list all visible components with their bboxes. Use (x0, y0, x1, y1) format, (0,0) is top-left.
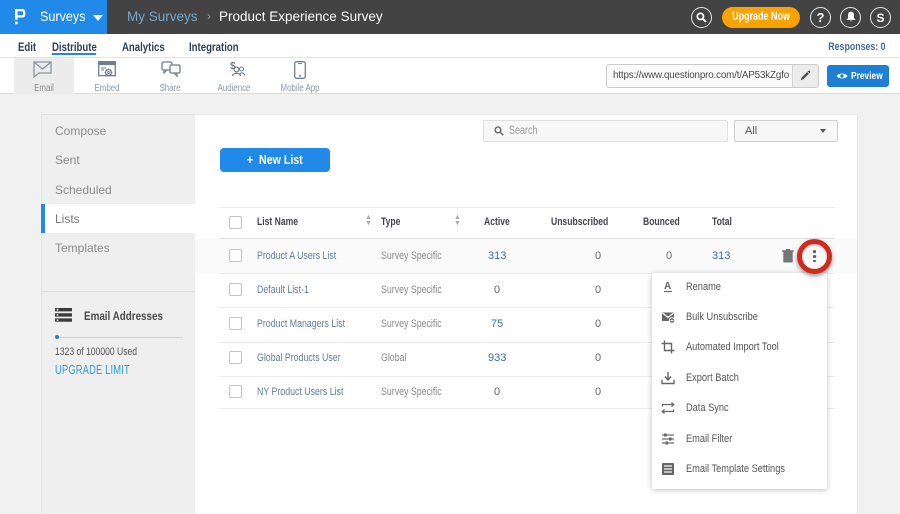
svg-text:A: A (664, 281, 671, 292)
svg-text:$: $ (230, 61, 236, 72)
